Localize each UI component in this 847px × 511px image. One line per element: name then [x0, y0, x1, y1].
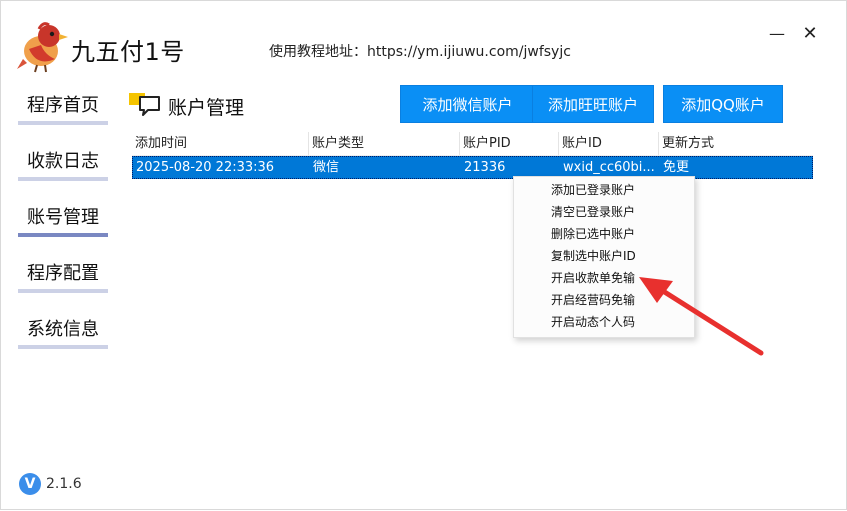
table-header: 添加时间 账户类型 账户PID 账户ID 更新方式 [132, 132, 813, 156]
app-title: 九五付1号 [71, 38, 185, 66]
app-window: 九五付1号 使用教程地址：https://ym.ijiuwu.com/jwfsy… [0, 0, 847, 510]
section-title: 账户管理 [168, 97, 245, 119]
sidebar-item-payment-log[interactable]: 收款日志 [18, 143, 108, 181]
chat-bubble-icon [129, 93, 160, 116]
menu-item-delete-selected-account[interactable]: 删除已选中账户 [551, 225, 635, 243]
accounts-table: 添加时间 账户类型 账户PID 账户ID 更新方式 2025-08-20 22:… [132, 132, 813, 179]
tutorial-link[interactable]: 使用教程地址：https://ym.ijiuwu.com/jwfsyjc [269, 41, 571, 61]
red-arrow-annotation [639, 277, 764, 356]
menu-item-add-logged-in-account[interactable]: 添加已登录账户 [551, 181, 635, 199]
menu-item-copy-selected-account-id[interactable]: 复制选中账户ID [551, 247, 636, 265]
column-header-added-time[interactable]: 添加时间 [132, 132, 309, 155]
add-qq-account-button[interactable]: 添加QQ账户 [663, 85, 783, 123]
add-wangwang-account-button[interactable]: 添加旺旺账户 [532, 85, 654, 123]
sidebar-item-account-management[interactable]: 账号管理 [18, 199, 108, 237]
minimize-button[interactable]: — [765, 21, 789, 45]
menu-item-enable-business-code-no-input[interactable]: 开启经营码免输 [551, 291, 635, 309]
menu-item-enable-dynamic-personal-code[interactable]: 开启动态个人码 [551, 313, 635, 331]
column-header-account-type[interactable]: 账户类型 [309, 132, 460, 155]
column-header-update-method[interactable]: 更新方式 [659, 132, 813, 155]
cell-account-pid: 21336 [464, 160, 506, 175]
cell-added-time: 2025-08-20 22:33:36 [136, 160, 275, 175]
column-header-account-id[interactable]: 账户ID [559, 132, 659, 155]
menu-item-enable-receipt-no-input[interactable]: 开启收款单免输 [551, 269, 635, 287]
bird-logo-icon [17, 22, 68, 73]
version-badge-icon: V [19, 473, 41, 495]
column-header-account-pid[interactable]: 账户PID [460, 132, 559, 155]
sidebar-item-system-info[interactable]: 系统信息 [18, 311, 108, 349]
close-button[interactable]: ✕ [798, 21, 822, 45]
cell-account-id: wxid_cc60bi... [563, 160, 655, 175]
cell-account-type: 微信 [313, 160, 340, 175]
cell-update-method: 免更 [663, 160, 690, 175]
sidebar-item-program-config[interactable]: 程序配置 [18, 255, 108, 293]
context-menu: 添加已登录账户 清空已登录账户 删除已选中账户 复制选中账户ID 开启收款单免输… [513, 176, 695, 338]
version-label: 2.1.6 [46, 476, 82, 492]
menu-item-clear-logged-in-accounts[interactable]: 清空已登录账户 [551, 203, 635, 221]
add-wechat-account-button[interactable]: 添加微信账户 [400, 85, 535, 123]
sidebar-item-home[interactable]: 程序首页 [18, 87, 108, 125]
table-row[interactable]: 2025-08-20 22:33:36 微信 21336 wxid_cc60bi… [132, 156, 813, 179]
